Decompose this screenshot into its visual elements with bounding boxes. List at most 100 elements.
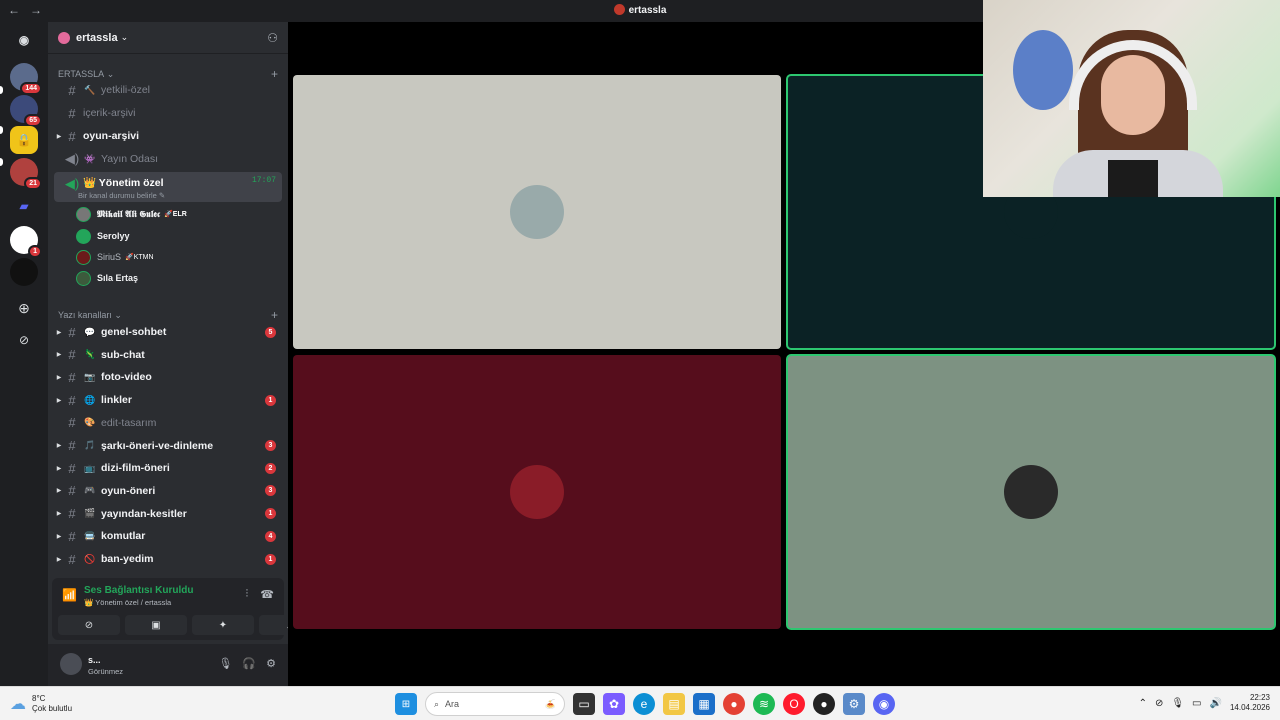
windows-taskbar: ☁ 8°C Çok bulutlu ⊞ ⌕ Ara 🍝 ▭ ✿ e ▤ ▦ ● ≋ O… xyxy=(0,686,1280,720)
voice-connection-panel: 📶 Ses Bağlantısı Kuruldu 👑 Yönetim özel … xyxy=(52,578,321,640)
voice-user[interactable]: SiriuS 🚀KTMN xyxy=(76,247,154,267)
signal-icon[interactable]: 📶 xyxy=(62,588,77,602)
channel-label: şarkı-öneri-ve-dinleme xyxy=(101,439,214,452)
speaker-icon: ◀) xyxy=(64,176,80,191)
text-channel-item[interactable]: ▶ # 🚍 komutlar 4 xyxy=(54,526,282,546)
weather-widget[interactable]: ☁ 8°C Çok bulutlu xyxy=(10,694,72,714)
noise-suppression-icon[interactable]: ⫶ xyxy=(246,588,249,601)
lock-icon[interactable]: 🔒 xyxy=(10,126,38,154)
voice-channel-active[interactable]: ◀) 👑 Yönetim özel 17:07 Bir kanal durumu… xyxy=(54,172,282,202)
text-channel-item[interactable]: ▶ # 🚫 ban-yedim 1 xyxy=(54,549,282,569)
screen-share-button[interactable]: ▣ xyxy=(125,615,187,635)
volume-icon[interactable]: 🔊 xyxy=(1210,698,1222,709)
mic-tray-icon[interactable]: 🎙 xyxy=(1171,698,1184,709)
channel-emoji: 🦎 xyxy=(84,349,96,360)
search-placeholder: Ara xyxy=(445,699,460,709)
voice-user[interactable]: 𝕸𝖎𝖐𝖆𝖎𝖑 𝕬𝖑𝖎 𝕲𝖚𝖑𝖊𝖈 🚀ELR xyxy=(76,204,187,224)
speaker-icon: ◀) xyxy=(64,151,80,166)
channel-emoji: 📺 xyxy=(84,462,96,473)
hash-icon: # xyxy=(68,460,76,476)
copilot-icon[interactable]: ✿ xyxy=(603,693,625,715)
add-channel-icon[interactable]: + xyxy=(271,67,278,81)
channel-item[interactable]: ▶ # oyun-arşivi xyxy=(54,126,282,146)
text-channel-item[interactable]: ▶ # 🌐 linkler 1 xyxy=(54,390,282,410)
collapse-arrow-icon: ▶ xyxy=(56,511,62,518)
text-channel-item[interactable]: ▶ # 🎬 yayından-kesitler 1 xyxy=(54,504,282,524)
collapse-arrow-icon: ▶ xyxy=(56,556,62,563)
taskbar-search[interactable]: ⌕ Ara 🍝 xyxy=(425,692,565,716)
channel-emoji: 🎮 xyxy=(84,485,96,496)
spotify-icon[interactable]: ≋ xyxy=(753,693,775,715)
add-channel-icon[interactable]: + xyxy=(271,308,278,322)
category-text-channels[interactable]: Yazı kanalları ⌄ + xyxy=(58,308,278,322)
opera-icon[interactable]: O xyxy=(783,693,805,715)
channel-item[interactable]: # içerik-arşivi xyxy=(54,103,282,123)
system-tray: ⌃ ⊘ 🎙 ▭ 🔊 22:23 14.04.2026 xyxy=(1139,693,1270,713)
avatar xyxy=(76,206,91,222)
discord-home-icon[interactable]: ◉ xyxy=(10,26,38,54)
user-tag: 🚀KTMN xyxy=(125,254,154,261)
server-avatar[interactable]: 1 xyxy=(10,226,42,258)
avatar[interactable] xyxy=(60,653,82,675)
discover-icon[interactable]: ⊘ xyxy=(10,326,38,354)
category-ertassla[interactable]: ERTASSLA ⌄ + xyxy=(58,67,278,81)
chrome-icon[interactable]: ● xyxy=(723,693,745,715)
headphones-icon[interactable]: 🎧 xyxy=(242,657,256,670)
clock[interactable]: 22:23 14.04.2026 xyxy=(1230,693,1270,713)
discord-taskbar-icon[interactable]: ◉ xyxy=(873,693,895,715)
disconnect-icon[interactable]: ☎ xyxy=(260,588,274,601)
voice-user[interactable]: Serolyy xyxy=(76,226,130,246)
text-channel-item[interactable]: ▶ # 💬 genel-sohbet 5 xyxy=(54,322,282,342)
participant-tile[interactable] xyxy=(293,355,781,629)
voice-user[interactable]: Sıla Ertaş xyxy=(76,268,138,288)
voice-status[interactable]: Ses Bağlantısı Kuruldu xyxy=(84,585,193,596)
participant-avatar xyxy=(510,185,564,239)
participant-tile[interactable] xyxy=(293,75,781,349)
microphone-icon[interactable]: 🎙 xyxy=(218,657,232,670)
text-channel-item[interactable]: ▶ # 📷 foto-video xyxy=(54,367,282,387)
server-avatar[interactable]: 65 xyxy=(10,95,42,127)
hash-icon: # xyxy=(68,392,76,408)
edge-icon[interactable]: e xyxy=(633,693,655,715)
display-icon[interactable]: ▭ xyxy=(1192,698,1201,709)
channel-emoji: 🌐 xyxy=(84,394,96,405)
channel-label: içerik-arşivi xyxy=(83,107,136,119)
voice-username: SiriuS xyxy=(97,252,122,262)
avatar xyxy=(76,249,91,265)
server-avatar[interactable]: 21 xyxy=(10,158,42,190)
server-avatar[interactable]: 144 xyxy=(10,63,42,95)
file-explorer-icon[interactable]: ▤ xyxy=(663,693,685,715)
server-header[interactable]: ertassla ⌄ ⚇ xyxy=(48,22,288,54)
text-channel-item[interactable]: ▶ # 🎵 şarkı-öneri-ve-dinleme 3 xyxy=(54,436,282,456)
participant-tile[interactable] xyxy=(786,354,1276,630)
streamer-webcam-overlay xyxy=(983,0,1280,197)
avatar xyxy=(76,270,91,286)
server-avatar[interactable] xyxy=(10,258,38,286)
hash-icon: # xyxy=(68,128,76,144)
channel-item[interactable]: # 🔨 yetkili-özel xyxy=(54,80,282,100)
username[interactable]: s... xyxy=(88,655,101,665)
channel-status[interactable]: Bir kanal durumu belirle ✎ xyxy=(78,191,165,200)
folder-icon[interactable]: ▰ xyxy=(10,192,38,220)
chevron-up-icon[interactable]: ⌃ xyxy=(1139,698,1147,709)
gear-icon[interactable]: ⚙ xyxy=(266,657,276,670)
invite-people-icon[interactable]: ⚇ xyxy=(267,31,278,45)
obs-icon[interactable]: ● xyxy=(813,693,835,715)
participant-avatar xyxy=(510,465,564,519)
add-server-icon[interactable]: ⊕ xyxy=(10,294,38,322)
task-view-icon[interactable]: ▭ xyxy=(573,693,595,715)
text-channel-item[interactable]: ▶ # 🦎 sub-chat xyxy=(54,345,282,365)
text-channel-item[interactable]: ▶ # 🎮 oyun-öneri 3 xyxy=(54,481,282,501)
text-channel-item[interactable]: ▶ # 📺 dizi-film-öneri 2 xyxy=(54,458,282,478)
activities-button[interactable]: ✦ xyxy=(192,615,254,635)
windows-start-icon[interactable]: ⊞ xyxy=(395,693,417,715)
network-off-icon[interactable]: ⊘ xyxy=(1155,698,1163,709)
text-channel-item[interactable]: # 🎨 edit-tasarım xyxy=(54,413,282,433)
store-icon[interactable]: ▦ xyxy=(693,693,715,715)
settings-app-icon[interactable]: ⚙ xyxy=(843,693,865,715)
channel-item[interactable]: ◀) 👾 Yayın Odası xyxy=(54,149,282,169)
channel-label: 👑 Yönetim özel xyxy=(83,177,164,189)
unread-count-badge: 3 xyxy=(265,440,276,451)
voice-location[interactable]: 👑 Yönetim özel / ertassla xyxy=(84,598,171,607)
camera-off-button[interactable]: ⊘ xyxy=(58,615,120,635)
